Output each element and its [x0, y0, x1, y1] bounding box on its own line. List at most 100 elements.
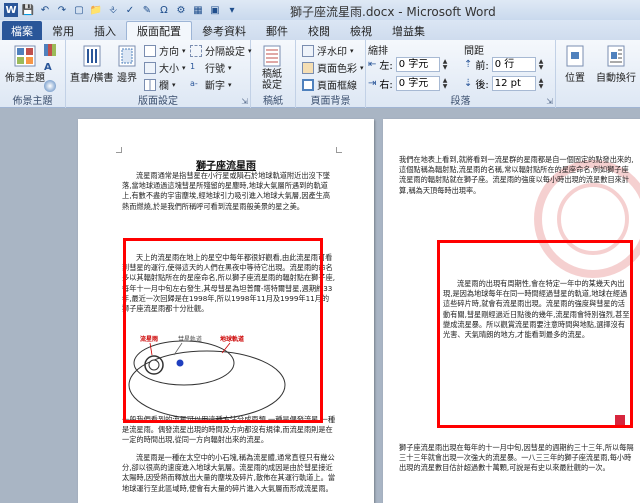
manuscript-label: 稿紙設定 — [262, 69, 282, 91]
chevron-down-icon: ▾ — [182, 46, 186, 55]
manuscript-settings-button[interactable]: 稿紙設定 — [259, 43, 285, 91]
manuscript-icon — [259, 43, 285, 69]
spacing-title: 間距 — [464, 46, 484, 57]
watermark-button[interactable]: 浮水印 ▾ — [302, 43, 354, 58]
chevron-down-icon: ▾ — [228, 63, 232, 72]
red-marker — [615, 415, 625, 425]
columns-button[interactable]: 欄 ▾ — [144, 77, 176, 92]
page-borders-icon — [302, 78, 314, 91]
indent-left-input[interactable]: 0 字元 — [395, 57, 440, 72]
chevron-down-icon: ▾ — [228, 80, 232, 89]
themes-group: 佈景主題 A 佈景主題 — [0, 40, 66, 108]
hyphenation-label: 斷字 — [205, 81, 225, 92]
wrap-text-button[interactable]: 自動換行 — [596, 43, 636, 84]
text-direction-button[interactable]: 直書/橫書 — [70, 43, 113, 84]
position-icon — [562, 43, 588, 69]
page-color-icon — [302, 61, 314, 74]
indent-right-input[interactable]: 0 字元 — [395, 76, 440, 91]
tab-references[interactable]: 參考資料 — [192, 21, 256, 40]
page-background-group: 浮水印 ▾ 頁面色彩 ▾ 頁面框線 頁面背景 — [296, 40, 366, 108]
body-paragraph: 獅子座流星雨出現在每年的十一月中旬,因彗星的週期約三十三年,所以每隔三十三年就會… — [399, 443, 634, 473]
hyphenation-button[interactable]: a- 斷字 ▾ — [190, 77, 232, 93]
omega-symbol-icon[interactable]: Ω — [157, 3, 171, 17]
arrange-group: 位置 自動換行 — [556, 40, 640, 108]
spacing-before-input[interactable]: 0 行 — [491, 57, 536, 72]
draw-table-icon[interactable]: ✎ — [140, 3, 154, 17]
indent-right-field[interactable]: ⇥ 右: 0 字元 ▲ ▼ — [368, 76, 451, 91]
manuscript-group: 稿紙設定 稿紙 — [251, 40, 296, 108]
breaks-button[interactable]: 分隔設定 ▾ — [190, 43, 252, 58]
position-button[interactable]: 位置 — [562, 43, 588, 84]
theme-colors-button[interactable] — [44, 44, 56, 56]
tab-page-layout[interactable]: 版面配置 — [126, 21, 192, 40]
page-setup-group-label: 版面設定 — [138, 96, 178, 107]
document-page-2[interactable]: 我們在地表上看到,就將看到一流星群的星雨都是自一個固定的點發出來的,這個點稱為輻… — [383, 119, 640, 503]
open-icon[interactable]: 📁 — [89, 3, 103, 17]
tab-review[interactable]: 校閱 — [298, 21, 340, 40]
size-button[interactable]: 大小 ▾ — [144, 60, 186, 75]
margin-corner-top-right — [336, 147, 342, 153]
margins-icon — [114, 43, 140, 69]
tab-home[interactable]: 常用 — [42, 21, 84, 40]
word-app-icon[interactable]: W — [4, 3, 18, 17]
save-icon[interactable]: 💾 — [21, 3, 35, 17]
page-borders-button[interactable]: 頁面框線 — [302, 77, 357, 92]
margins-button[interactable]: 邊界 — [114, 43, 140, 84]
line-numbers-button[interactable]: 1 行號 ▾ — [190, 60, 232, 76]
spacing-before-field[interactable]: ⇡ 前: 0 行 ▲ ▼ — [464, 57, 547, 72]
page-color-label: 頁面色彩 — [317, 64, 357, 75]
customize-qat-icon[interactable]: ▾ — [225, 3, 239, 17]
theme-effects-button[interactable] — [44, 80, 56, 92]
wrap-text-label: 自動換行 — [596, 73, 636, 84]
indent-right-label: 右: — [379, 80, 393, 91]
tab-file[interactable]: 檔案 — [2, 21, 42, 40]
document-area[interactable]: 獅子座流星雨 流星雨通常是指彗星在小行星或隕石於地球軌道附近出沒下墜落,當地球通… — [0, 108, 640, 503]
indent-left-field[interactable]: ⇤ 左: 0 字元 ▲ ▼ — [368, 57, 451, 72]
title-bar: W 💾 ↶ ↷ ▢ 📁 ⎀ ✓ ✎ Ω ⚙ ▦ ▣ ▾ 獅子座流星雨.docx … — [0, 0, 640, 20]
body-paragraph: 我們在地表上看到,就將看到一流星群的星雨都是自一個固定的點發出來的,這個點稱為輻… — [399, 155, 634, 195]
page-color-button[interactable]: 頁面色彩 ▾ — [302, 60, 364, 75]
chevron-down-icon: ▾ — [350, 46, 354, 55]
text-direction-label: 直書/橫書 — [70, 73, 114, 84]
window-title: 獅子座流星雨.docx - Microsoft Word — [290, 5, 496, 19]
breaks-icon — [190, 44, 202, 57]
dialog-launcher-icon[interactable]: ⇲ — [546, 97, 553, 106]
spin-arrows-icon[interactable]: ▲ ▼ — [443, 58, 451, 71]
themes-label: 佈景主題 — [5, 73, 45, 84]
themes-icon — [12, 43, 38, 69]
table-icon[interactable]: ▦ — [191, 3, 205, 17]
document-page-1[interactable]: 獅子座流星雨 流星雨通常是指彗星在小行星或隕石於地球軌道附近出沒下墜落,當地球通… — [78, 119, 374, 503]
themes-button[interactable]: 佈景主題 — [5, 43, 45, 84]
undo-icon[interactable]: ↶ — [38, 3, 52, 17]
tab-mailings[interactable]: 郵件 — [256, 21, 298, 40]
spin-arrows-icon[interactable]: ▲ ▼ — [539, 77, 547, 90]
theme-effects-icon — [44, 80, 56, 92]
tab-insert[interactable]: 插入 — [84, 21, 126, 40]
indent-right-icon: ⇥ — [368, 78, 377, 89]
line-numbers-label: 行號 — [205, 64, 225, 75]
print-preview-icon[interactable]: ⎀ — [106, 3, 120, 17]
page-borders-label: 頁面框線 — [317, 81, 357, 92]
spacing-after-field[interactable]: ⇣ 後: 12 pt ▲ ▼ — [464, 76, 547, 91]
theme-fonts-button[interactable]: A — [44, 62, 56, 74]
tab-add-ins[interactable]: 增益集 — [382, 21, 435, 40]
highlight-box — [123, 238, 323, 423]
orientation-button[interactable]: 方向 ▾ — [144, 43, 186, 58]
new-doc-icon[interactable]: ▢ — [72, 3, 86, 17]
quick-access-toolbar: W 💾 ↶ ↷ ▢ 📁 ⎀ ✓ ✎ Ω ⚙ ▦ ▣ ▾ — [0, 3, 239, 17]
spelling-icon[interactable]: ✓ — [123, 3, 137, 17]
ribbon-tabs: 檔案 常用 插入 版面配置 參考資料 郵件 校閱 檢視 增益集 — [0, 20, 640, 40]
spin-arrows-icon[interactable]: ▲ ▼ — [539, 58, 547, 71]
spacing-after-input[interactable]: 12 pt — [491, 76, 536, 91]
redo-icon[interactable]: ↷ — [55, 3, 69, 17]
columns-label: 欄 — [159, 81, 169, 92]
theme-fonts-icon: A — [44, 62, 52, 73]
insert-icon[interactable]: ▣ — [208, 3, 222, 17]
manuscript-group-label: 稿紙 — [263, 96, 283, 107]
spin-arrows-icon[interactable]: ▲ ▼ — [443, 77, 451, 90]
line-numbers-icon: 1 — [190, 61, 196, 71]
dialog-launcher-icon[interactable]: ⇲ — [241, 97, 248, 106]
format-painter-icon[interactable]: ⚙ — [174, 3, 188, 17]
document-title: 獅子座流星雨 — [196, 161, 256, 172]
tab-view[interactable]: 檢視 — [340, 21, 382, 40]
